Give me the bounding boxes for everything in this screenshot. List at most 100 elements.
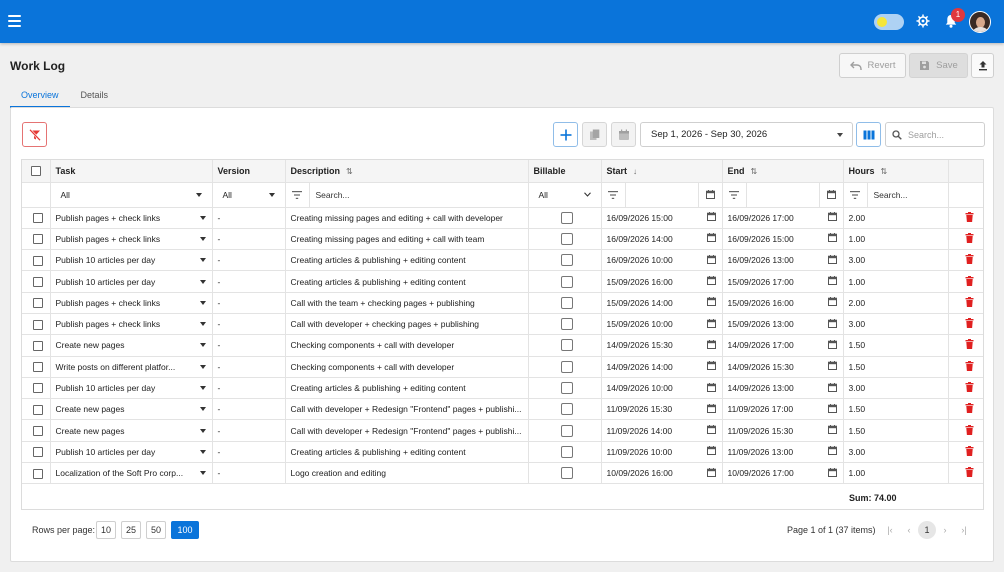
description-cell[interactable]: Call with the team + checking pages + pu… [285, 292, 529, 314]
description-filter-input[interactable] [309, 189, 527, 200]
delete-row-icon[interactable] [965, 318, 974, 330]
column-header-version[interactable]: Version [212, 160, 286, 183]
hours-cell[interactable]: 1.00 [843, 270, 949, 293]
description-cell[interactable]: Logo creation and editing [285, 462, 529, 485]
column-header-task[interactable]: Task [50, 160, 213, 183]
row-select-checkbox[interactable] [33, 234, 44, 245]
row-select-checkbox[interactable] [33, 447, 44, 458]
table-row[interactable]: Create new pages - Checking components + c… [22, 334, 983, 357]
delete-row-icon[interactable] [965, 382, 974, 394]
end-cell[interactable]: 14/09/2026 15:30 [722, 356, 844, 378]
hours-cell[interactable]: 2.00 [843, 207, 949, 229]
filter-task[interactable]: All [50, 182, 213, 208]
description-cell[interactable]: Creating articles & publishing + editing… [285, 441, 529, 464]
start-cell[interactable]: 10/09/2026 16:00 [601, 462, 723, 485]
end-cell[interactable]: 16/09/2026 15:00 [722, 228, 844, 251]
calendar-icon[interactable] [706, 403, 716, 415]
hours-cell[interactable]: 1.50 [843, 334, 949, 357]
calendar-icon[interactable] [706, 425, 716, 436]
calendar-icon[interactable] [706, 212, 716, 223]
bug-icon[interactable] [915, 13, 931, 29]
billable-checkbox[interactable] [561, 254, 573, 267]
start-cell[interactable]: 11/09/2026 10:00 [601, 441, 723, 464]
hours-cell[interactable]: 1.00 [843, 228, 949, 251]
delete-row-icon[interactable] [965, 403, 974, 415]
rows-per-page-option[interactable]: 10 [96, 521, 116, 539]
date-range-select[interactable]: Sep 1, 2026 - Sep 30, 2026 [640, 122, 853, 147]
end-cell[interactable]: 14/09/2026 17:00 [722, 334, 844, 357]
task-cell[interactable]: Create new pages [50, 334, 213, 357]
row-select-checkbox[interactable] [33, 340, 44, 351]
row-select-checkbox[interactable] [33, 362, 44, 373]
version-cell[interactable]: - [212, 249, 286, 272]
calendar-icon[interactable] [706, 382, 716, 394]
table-row[interactable]: Publish pages + check links - Creating mis… [22, 228, 983, 251]
calendar-button[interactable] [611, 122, 636, 147]
start-cell[interactable]: 11/09/2026 15:30 [601, 398, 723, 421]
end-date-filter-input[interactable] [747, 183, 819, 207]
next-page-icon[interactable]: › [938, 521, 952, 539]
filter-funnel-icon[interactable] [286, 182, 310, 206]
hours-cell[interactable]: 1.50 [843, 398, 949, 421]
filter-version[interactable]: All [212, 182, 286, 208]
billable-checkbox[interactable] [561, 360, 573, 373]
first-page-icon[interactable]: |‹ [883, 521, 897, 539]
description-cell[interactable]: Checking components + call with develope… [285, 334, 529, 357]
version-cell[interactable]: - [212, 334, 286, 357]
calendar-icon[interactable] [827, 361, 837, 372]
billable-checkbox[interactable] [561, 296, 573, 309]
start-cell[interactable]: 14/09/2026 10:00 [601, 377, 723, 400]
version-cell[interactable]: - [212, 462, 286, 485]
description-cell[interactable]: Call with developer + checking pages + p… [285, 313, 529, 336]
table-row[interactable]: Publish 10 articles per day - Creating art… [22, 249, 983, 272]
version-cell[interactable]: - [212, 207, 286, 229]
column-header-end[interactable]: End ⇅ [722, 160, 844, 183]
start-cell[interactable]: 16/09/2026 14:00 [601, 228, 723, 251]
filter-billable[interactable]: All [528, 182, 602, 208]
start-cell[interactable]: 16/09/2026 10:00 [601, 249, 723, 272]
add-entry-button[interactable] [553, 122, 578, 147]
end-cell[interactable]: 11/09/2026 15:30 [722, 419, 844, 442]
description-cell[interactable]: Creating articles & publishing + editing… [285, 249, 529, 272]
calendar-icon[interactable] [706, 297, 716, 308]
task-cell[interactable]: Publish 10 articles per day [50, 249, 213, 272]
description-cell[interactable]: Checking components + call with develope… [285, 356, 529, 378]
start-cell[interactable]: 16/09/2026 15:00 [601, 207, 723, 229]
version-cell[interactable]: - [212, 398, 286, 421]
description-cell[interactable]: Creating missing pages and editing + cal… [285, 207, 529, 229]
hours-cell[interactable]: 3.00 [843, 441, 949, 464]
billable-checkbox[interactable] [561, 275, 573, 288]
version-cell[interactable]: - [212, 441, 286, 464]
last-page-icon[interactable]: ›| [957, 521, 971, 539]
start-date-filter-input[interactable] [626, 183, 698, 207]
end-cell[interactable]: 16/09/2026 17:00 [722, 207, 844, 229]
task-cell[interactable]: Localization of the Soft Pro corp... [50, 462, 213, 485]
search-field[interactable] [885, 122, 985, 147]
billable-checkbox[interactable] [561, 403, 573, 416]
row-select-checkbox[interactable] [33, 255, 44, 266]
calendar-icon[interactable] [827, 425, 837, 436]
calendar-icon[interactable] [827, 233, 837, 244]
row-select-checkbox[interactable] [33, 468, 44, 479]
table-row[interactable]: Publish pages + check links - Call with d… [22, 313, 983, 336]
row-select-checkbox[interactable] [33, 383, 44, 394]
row-select-checkbox[interactable] [33, 425, 44, 436]
description-cell[interactable]: Creating articles & publishing + editing… [285, 377, 529, 400]
version-cell[interactable]: - [212, 419, 286, 442]
start-cell[interactable]: 14/09/2026 15:30 [601, 334, 723, 357]
version-cell[interactable]: - [212, 377, 286, 400]
tab-details[interactable]: Details [70, 88, 120, 108]
version-cell[interactable]: - [212, 356, 286, 378]
revert-button[interactable]: Revert [839, 53, 906, 78]
calendar-icon[interactable] [827, 318, 837, 330]
task-cell[interactable]: Create new pages [50, 419, 213, 442]
column-chooser-button[interactable] [856, 122, 881, 147]
delete-row-icon[interactable] [965, 275, 974, 288]
billable-checkbox[interactable] [561, 339, 573, 352]
calendar-icon[interactable] [827, 467, 837, 479]
description-cell[interactable]: Creating missing pages and editing + cal… [285, 228, 529, 251]
calendar-icon[interactable] [706, 361, 716, 372]
current-page-button[interactable]: 1 [918, 521, 936, 539]
end-cell[interactable]: 10/09/2026 17:00 [722, 462, 844, 485]
calendar-icon[interactable] [697, 182, 722, 206]
